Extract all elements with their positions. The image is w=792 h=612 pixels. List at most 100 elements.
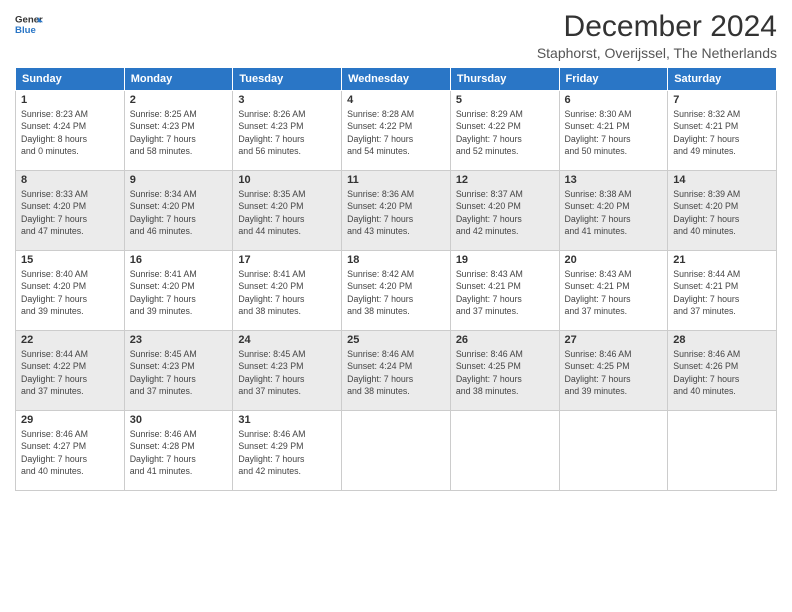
calendar-cell: 24 Sunrise: 8:45 AMSunset: 4:23 PMDayligh… (233, 331, 342, 411)
daylight-minutes: and 54 minutes. (347, 146, 410, 156)
daylight-minutes: and 39 minutes. (130, 306, 193, 316)
sunset-label: Sunset: 4:21 PM (565, 121, 630, 131)
day-number: 19 (456, 254, 554, 266)
col-header-sunday: Sunday (16, 68, 125, 91)
day-number: 16 (130, 254, 228, 266)
daylight-minutes: and 40 minutes. (673, 386, 736, 396)
day-number: 30 (130, 414, 228, 426)
day-number: 14 (673, 174, 771, 186)
daylight-label: Daylight: 8 hours (21, 134, 87, 144)
sunrise-label: Sunrise: 8:26 AM (238, 109, 305, 119)
day-number: 4 (347, 94, 445, 106)
daylight-label: Daylight: 7 hours (21, 454, 87, 464)
daylight-label: Daylight: 7 hours (347, 374, 413, 384)
daylight-label: Daylight: 7 hours (673, 214, 739, 224)
day-info: Sunrise: 8:41 AMSunset: 4:20 PMDaylight:… (130, 268, 228, 317)
daylight-label: Daylight: 7 hours (347, 294, 413, 304)
calendar-cell: 13Sunrise: 8:38 AMSunset: 4:20 PMDayligh… (559, 171, 668, 251)
day-info: Sunrise: 8:36 AMSunset: 4:20 PMDaylight:… (347, 188, 445, 237)
daylight-label: Daylight: 7 hours (456, 294, 522, 304)
daylight-minutes: and 39 minutes. (21, 306, 84, 316)
col-header-saturday: Saturday (668, 68, 777, 91)
day-number: 24 (238, 334, 336, 346)
day-info: Sunrise: 8:40 AMSunset: 4:20 PMDaylight:… (21, 268, 119, 317)
sunset-label: Sunset: 4:21 PM (565, 281, 630, 291)
day-number: 15 (21, 254, 119, 266)
calendar-cell: 3Sunrise: 8:26 AMSunset: 4:23 PMDaylight… (233, 91, 342, 171)
sunset-label: Sunset: 4:25 PM (565, 361, 630, 371)
sunset-label: Sunset: 4:24 PM (21, 121, 86, 131)
day-number: 1 (21, 94, 119, 106)
sunset-label: Sunset: 4:27 PM (21, 441, 86, 451)
day-info: Sunrise: 8:46 AMSunset: 4:26 PMDaylight:… (673, 348, 771, 397)
calendar-cell: 25Sunrise: 8:46 AMSunset: 4:24 PMDayligh… (342, 331, 451, 411)
col-header-tuesday: Tuesday (233, 68, 342, 91)
daylight-minutes: and 49 minutes. (673, 146, 736, 156)
calendar-cell: 28Sunrise: 8:46 AMSunset: 4:26 PMDayligh… (668, 331, 777, 411)
page: General Blue December 2024 Staphorst, Ov… (0, 0, 792, 612)
daylight-minutes: and 37 minutes. (456, 306, 519, 316)
sunrise-label: Sunrise: 8:43 AM (565, 269, 632, 279)
daylight-minutes: and 40 minutes. (21, 466, 84, 476)
daylight-minutes: and 50 minutes. (565, 146, 628, 156)
sunrise-label: Sunrise: 8:44 AM (673, 269, 740, 279)
day-info: Sunrise: 8:38 AMSunset: 4:20 PMDaylight:… (565, 188, 663, 237)
day-number: 28 (673, 334, 771, 346)
sunset-label: Sunset: 4:20 PM (565, 201, 630, 211)
day-info: Sunrise: 8:46 AMSunset: 4:25 PMDaylight:… (565, 348, 663, 397)
calendar-week-row: 8Sunrise: 8:33 AMSunset: 4:20 PMDaylight… (16, 171, 777, 251)
calendar-cell (342, 411, 451, 491)
sunrise-label: Sunrise: 8:45 AM (130, 349, 197, 359)
day-number: 29 (21, 414, 119, 426)
day-number: 20 (565, 254, 663, 266)
sunset-label: Sunset: 4:25 PM (456, 361, 521, 371)
calendar-cell: 19Sunrise: 8:43 AMSunset: 4:21 PMDayligh… (450, 251, 559, 331)
sunset-label: Sunset: 4:26 PM (673, 361, 738, 371)
daylight-label: Daylight: 7 hours (347, 214, 413, 224)
daylight-minutes: and 39 minutes. (565, 386, 628, 396)
day-info: Sunrise: 8:25 AMSunset: 4:23 PMDaylight:… (130, 108, 228, 157)
sunrise-label: Sunrise: 8:33 AM (21, 189, 88, 199)
sunrise-label: Sunrise: 8:46 AM (347, 349, 414, 359)
calendar-cell: 15 Sunrise: 8:40 AMSunset: 4:20 PMDayligh… (16, 251, 125, 331)
sunset-label: Sunset: 4:20 PM (238, 281, 303, 291)
calendar-cell: 11Sunrise: 8:36 AMSunset: 4:20 PMDayligh… (342, 171, 451, 251)
sunrise-label: Sunrise: 8:46 AM (673, 349, 740, 359)
day-info: Sunrise: 8:35 AMSunset: 4:20 PMDaylight:… (238, 188, 336, 237)
sunset-label: Sunset: 4:22 PM (21, 361, 86, 371)
sunrise-label: Sunrise: 8:42 AM (347, 269, 414, 279)
daylight-label: Daylight: 7 hours (456, 214, 522, 224)
daylight-label: Daylight: 7 hours (456, 374, 522, 384)
calendar-cell: 16 Sunrise: 8:41 AMSunset: 4:20 PMDayligh… (124, 251, 233, 331)
sunrise-label: Sunrise: 8:29 AM (456, 109, 523, 119)
day-info: Sunrise: 8:34 AMSunset: 4:20 PMDaylight:… (130, 188, 228, 237)
day-number: 21 (673, 254, 771, 266)
day-number: 22 (21, 334, 119, 346)
day-info: Sunrise: 8:28 AMSunset: 4:22 PMDaylight:… (347, 108, 445, 157)
sunrise-label: Sunrise: 8:39 AM (673, 189, 740, 199)
daylight-minutes: and 56 minutes. (238, 146, 301, 156)
daylight-label: Daylight: 7 hours (21, 374, 87, 384)
sunrise-label: Sunrise: 8:46 AM (21, 429, 88, 439)
sunrise-label: Sunrise: 8:46 AM (565, 349, 632, 359)
calendar-table: SundayMondayTuesdayWednesdayThursdayFrid… (15, 67, 777, 491)
sunrise-label: Sunrise: 8:36 AM (347, 189, 414, 199)
calendar-cell: 31Sunrise: 8:46 AMSunset: 4:29 PMDayligh… (233, 411, 342, 491)
daylight-label: Daylight: 7 hours (238, 374, 304, 384)
sunset-label: Sunset: 4:20 PM (21, 201, 86, 211)
day-info: Sunrise: 8:46 AM Sunset: 4:27 PM Daylight:… (21, 428, 119, 477)
day-number: 3 (238, 94, 336, 106)
daylight-label: Daylight: 7 hours (565, 214, 631, 224)
day-info: Sunrise: 8:45 AMSunset: 4:23 PMDaylight:… (238, 348, 336, 397)
col-header-friday: Friday (559, 68, 668, 91)
calendar-cell: 5Sunrise: 8:29 AMSunset: 4:22 PMDaylight… (450, 91, 559, 171)
daylight-minutes: and 37 minutes. (238, 386, 301, 396)
daylight-label: Daylight: 7 hours (238, 454, 304, 464)
title-block: December 2024 Staphorst, Overijssel, The… (537, 10, 777, 61)
day-number: 31 (238, 414, 336, 426)
sunrise-label: Sunrise: 8:45 AM (238, 349, 305, 359)
sunrise-label: Sunrise: 8:28 AM (347, 109, 414, 119)
day-number: 9 (130, 174, 228, 186)
calendar-cell: 12Sunrise: 8:37 AMSunset: 4:20 PMDayligh… (450, 171, 559, 251)
calendar-cell: 7Sunrise: 8:32 AMSunset: 4:21 PMDaylight… (668, 91, 777, 171)
